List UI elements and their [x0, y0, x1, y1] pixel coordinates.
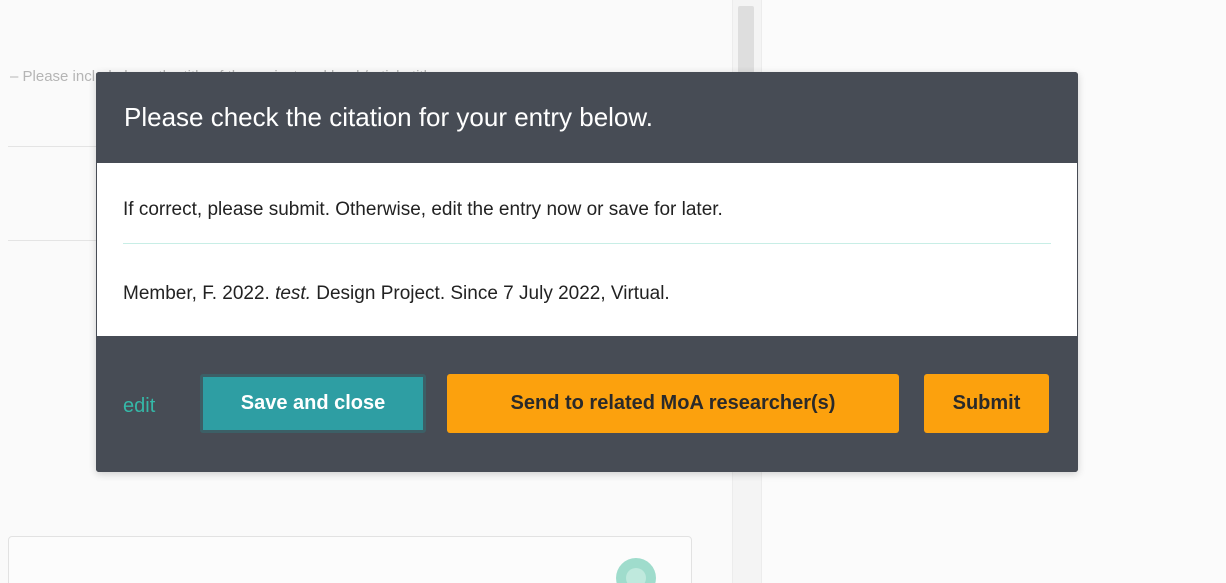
- modal-instruction: If correct, please submit. Otherwise, ed…: [123, 199, 723, 220]
- send-to-researchers-button[interactable]: Send to related MoA researcher(s): [447, 374, 899, 433]
- citation-text: Member, F. 2022. test. Design Project. S…: [123, 283, 670, 305]
- submit-button[interactable]: Submit: [924, 374, 1049, 433]
- modal-body: If correct, please submit. Otherwise, ed…: [97, 163, 1077, 336]
- modal-title: Please check the citation for your entry…: [124, 102, 653, 132]
- edit-link[interactable]: edit: [123, 395, 155, 418]
- citation-title: test.: [275, 283, 311, 304]
- modal-footer: edit Save and close Send to related MoA …: [96, 336, 1078, 472]
- modal-header: Please check the citation for your entry…: [96, 72, 1078, 163]
- page: – Please include here the title of the p…: [0, 0, 1226, 583]
- citation-suffix: Design Project. Since 7 July 2022, Virtu…: [316, 283, 670, 304]
- citation-prefix: Member, F. 2022.: [123, 283, 270, 304]
- body-divider: [123, 243, 1051, 244]
- save-and-close-button[interactable]: Save and close: [200, 374, 426, 433]
- background-text-field[interactable]: [8, 536, 692, 583]
- citation-check-modal: Please check the citation for your entry…: [96, 72, 1078, 472]
